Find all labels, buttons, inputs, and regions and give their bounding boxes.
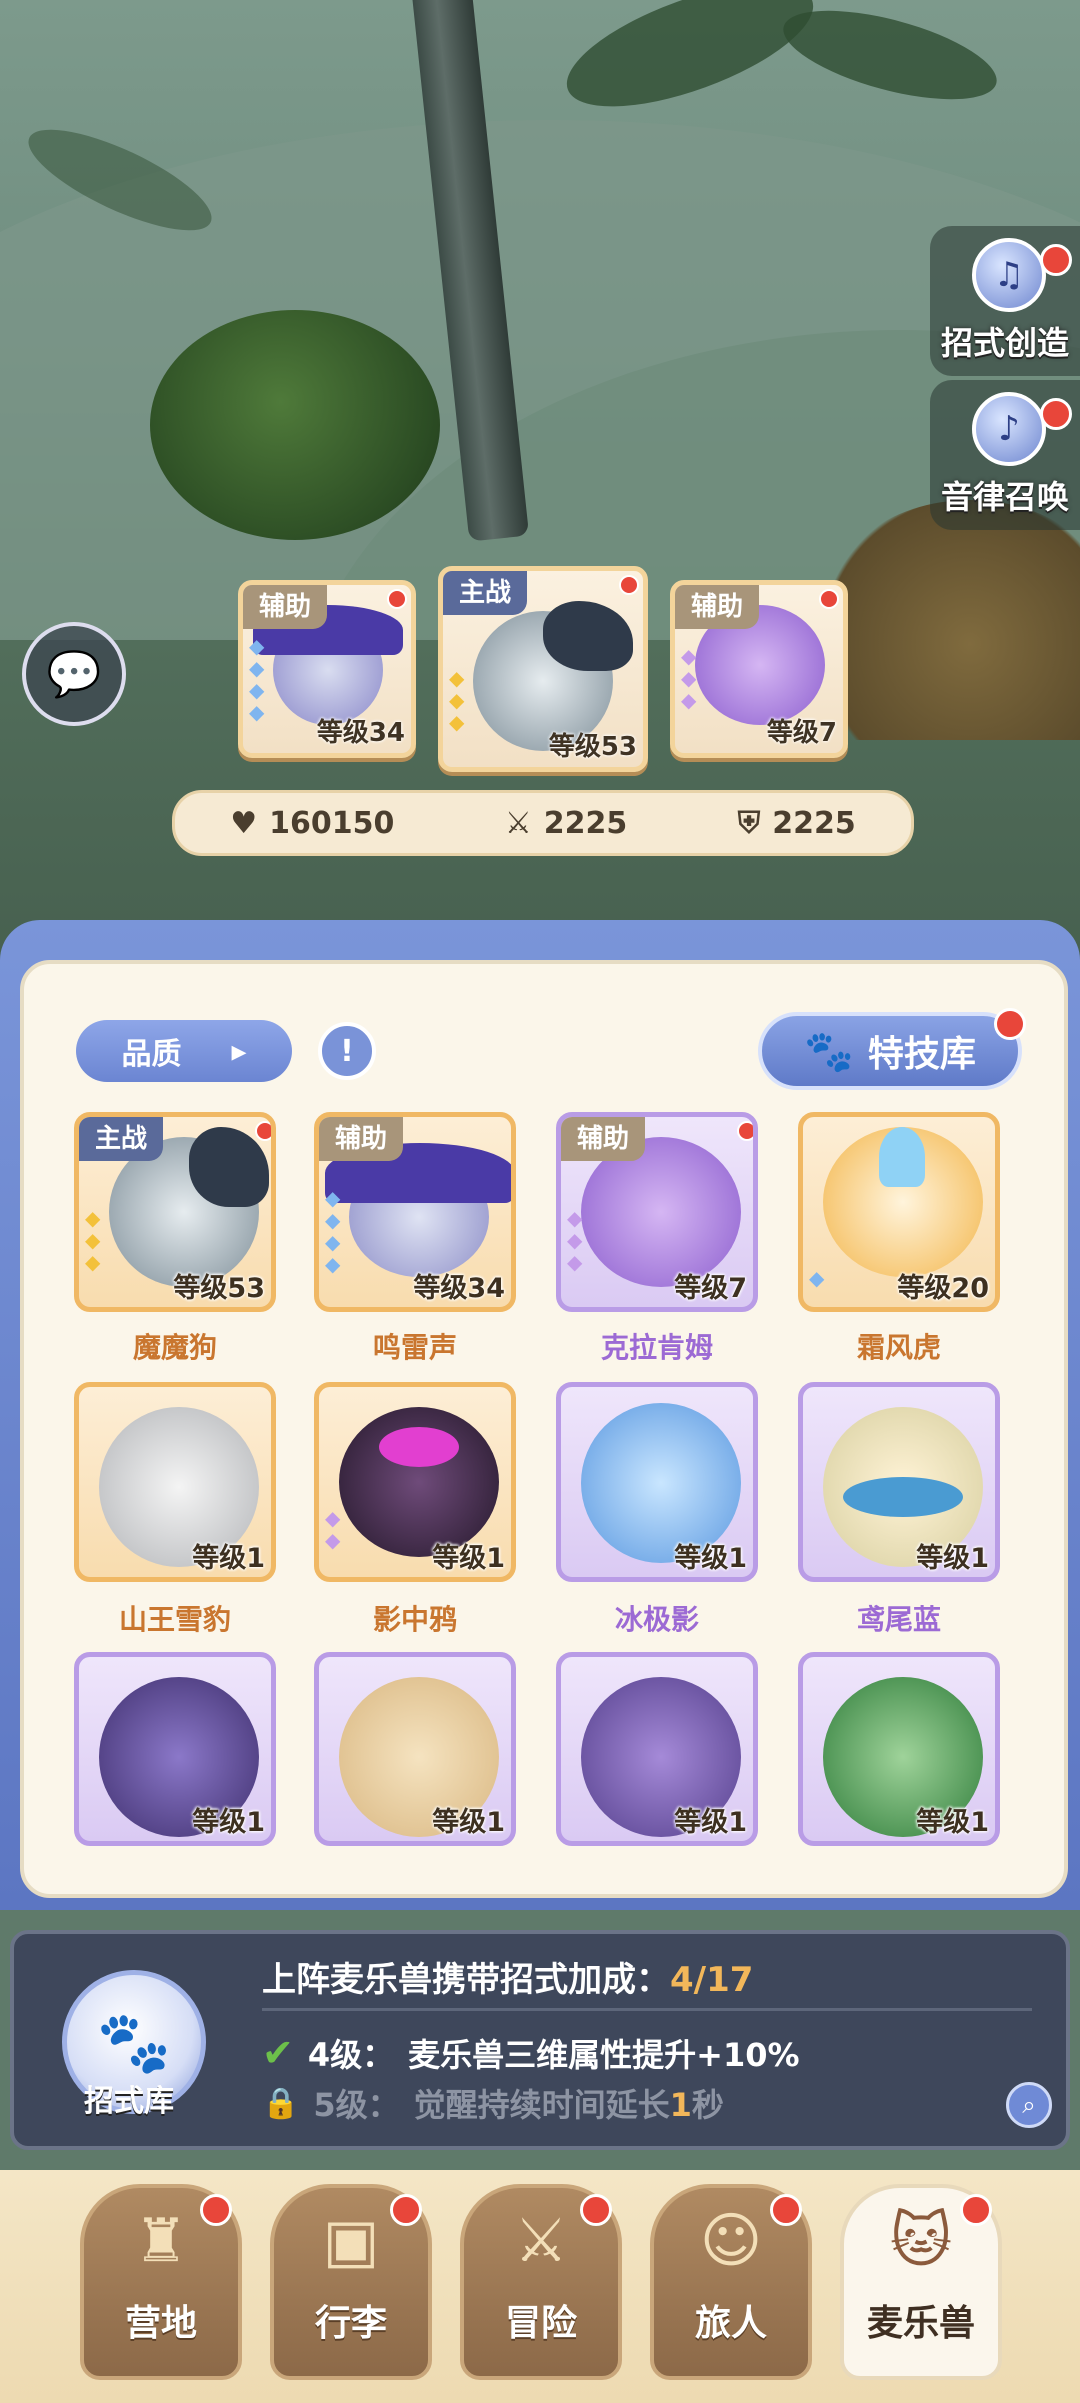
heart-icon: ♥ [230,805,258,841]
team-slot-main[interactable]: 主战 ◆ ◆ ◆ 等级53 [438,566,648,772]
pet-level: 等级34 [413,1273,505,1304]
pet-name: 山王雪豹 [118,1603,231,1636]
notification-dot [960,2194,992,2226]
pet-card[interactable]: 等级1 [556,1652,758,1846]
quality-filter-button[interactable]: 品质 ▸ [76,1020,292,1082]
bonus-progress: 4/17 [670,1960,754,2000]
notification-dot [994,1008,1026,1040]
team-slot-support-2[interactable]: 辅助 ◆ ◆ ◆ 等级7 [670,580,848,758]
music-summon-button[interactable]: ♪ 音律召唤 [930,380,1080,530]
pet-card-mingleisheng[interactable]: 辅助 ◆ ◆ ◆ ◆ 等级34 [314,1112,516,1312]
tier-level: 5级： [313,2086,400,2124]
pet-level: 等级1 [432,1807,505,1838]
pet-level: 等级20 [897,1273,989,1304]
music-summon-label: 音律召唤 [940,478,1069,516]
pet-level: 等级1 [916,1543,989,1574]
skill-create-icon: ♫ [972,238,1046,312]
magnifier-icon: ⌕ [1022,2091,1036,2119]
pet-level: 等级7 [674,1273,747,1304]
paw-icon: 🐾 [804,1028,854,1075]
notification-dot [580,2194,612,2226]
role-tag: 辅助 [319,1117,404,1161]
pet-name: 魔魔狗 [132,1331,217,1364]
pet-card[interactable]: 等级1 [798,1652,1000,1846]
swords-icon: ⚔ [504,805,532,841]
pet-level: 等级7 [766,718,837,748]
pet-name: 鸢尾蓝 [856,1603,941,1636]
pet-name: 鸣雷声 [372,1331,457,1364]
notification-dot [200,2194,232,2226]
pet-card-momogou[interactable]: 主战 ◆ ◆ ◆ 等级53 [74,1112,276,1312]
pet-level: 等级34 [316,718,405,748]
pet-level: 等级53 [548,732,637,762]
skill-create-label: 招式创造 [940,324,1069,362]
divider [262,2008,1032,2011]
pet-card-yuanweilan[interactable]: 等级1 [798,1382,1000,1582]
pet-card-yingzhongya[interactable]: ◆ ◆ 等级1 [314,1382,516,1582]
info-icon: ! [340,1033,354,1069]
tier-level: 4级： [307,2036,395,2074]
bonus-title: 上阵麦乐兽携带招式加成：4/17 [262,1960,754,2000]
pet-card-kelakenmu[interactable]: 辅助 ◆ ◆ ◆ 等级7 [556,1112,758,1312]
role-tag: 辅助 [243,585,328,629]
notification-dot [390,2194,422,2226]
role-tag: 辅助 [561,1117,646,1161]
pet-name: 克拉肯姆 [600,1331,713,1364]
attack-value: 2225 [543,805,628,841]
pet-level: 等级1 [432,1543,505,1574]
check-icon: ✔ [262,2031,294,2075]
pet-level: 等级1 [192,1543,265,1574]
pet-card[interactable]: 等级1 [314,1652,516,1846]
skill-library-button[interactable]: 🐾 特技库 [758,1008,1026,1090]
chat-bubble-icon: 💬 [46,649,102,700]
nav-traveler[interactable]: ☺ 旅人 [650,2184,812,2380]
role-tag: 主战 [79,1117,164,1161]
chevron-right-icon: ▸ [231,1033,247,1069]
tier-text: 麦乐兽三维属性提升+10% [408,2036,800,2074]
zoom-button[interactable]: ⌕ [1006,2082,1052,2128]
pet-level: 等级53 [173,1273,265,1304]
bonus-tier-unlocked: ✔ 4级： 麦乐兽三维属性提升+10% [262,2030,800,2076]
team-slot-support-1[interactable]: 辅助 ◆ ◆ ◆ ◆ 等级34 [238,580,416,758]
skill-create-button[interactable]: ♫ 招式创造 [930,226,1080,376]
pet-name: 影中鸦 [372,1603,457,1636]
pet-name: 冰极影 [614,1603,699,1636]
pet-card[interactable]: 等级1 [74,1652,276,1846]
tier-text: 觉醒持续时间延长1秒 [413,2086,724,2124]
nav-camp[interactable]: ♜ 营地 [80,2184,242,2380]
notification-dot [770,2194,802,2226]
bush [150,310,440,540]
paw-icon: 🐾 [96,2007,172,2078]
role-tag: 主战 [443,571,528,615]
pet-name: 霜风虎 [856,1331,941,1364]
shield-icon: ⛨ [737,805,761,841]
notification-dot [1040,244,1072,276]
hp-value: 160150 [269,805,395,841]
pet-card-shanwangxuebao[interactable]: 等级1 [74,1382,276,1582]
pet-level: 等级1 [674,1807,747,1838]
pet-level: 等级1 [192,1807,265,1838]
pet-card-bingjiying[interactable]: 等级1 [556,1382,758,1582]
role-tag: 辅助 [675,585,760,629]
lock-icon: 🔒 [262,2085,300,2121]
nav-adventure[interactable]: ⚔ 冒险 [460,2184,622,2380]
team-stats-bar: ♥ 160150 ⚔ 2225 ⛨ 2225 [172,790,914,856]
notification-dot [1040,398,1072,430]
bonus-tier-locked: 🔒 5级： 觉醒持续时间延长1秒 [262,2080,724,2126]
skill-library-shortcut-label: 招式库 [84,2084,174,2119]
pet-level: 等级1 [916,1807,989,1838]
nav-pets[interactable]: 🐱 麦乐兽 [840,2184,1002,2380]
pet-level: 等级1 [674,1543,747,1574]
music-summon-icon: ♪ [972,392,1046,466]
nav-bag[interactable]: ▣ 行李 [270,2184,432,2380]
info-button[interactable]: ! [318,1022,376,1080]
chat-button[interactable]: 💬 [22,622,126,726]
filter-label: 品质 [121,1037,182,1072]
defense-value: 2225 [772,805,856,841]
skill-library-label: 特技库 [867,1034,976,1075]
pet-card-shuangfenghu[interactable]: ◆ 等级20 [798,1112,1000,1312]
